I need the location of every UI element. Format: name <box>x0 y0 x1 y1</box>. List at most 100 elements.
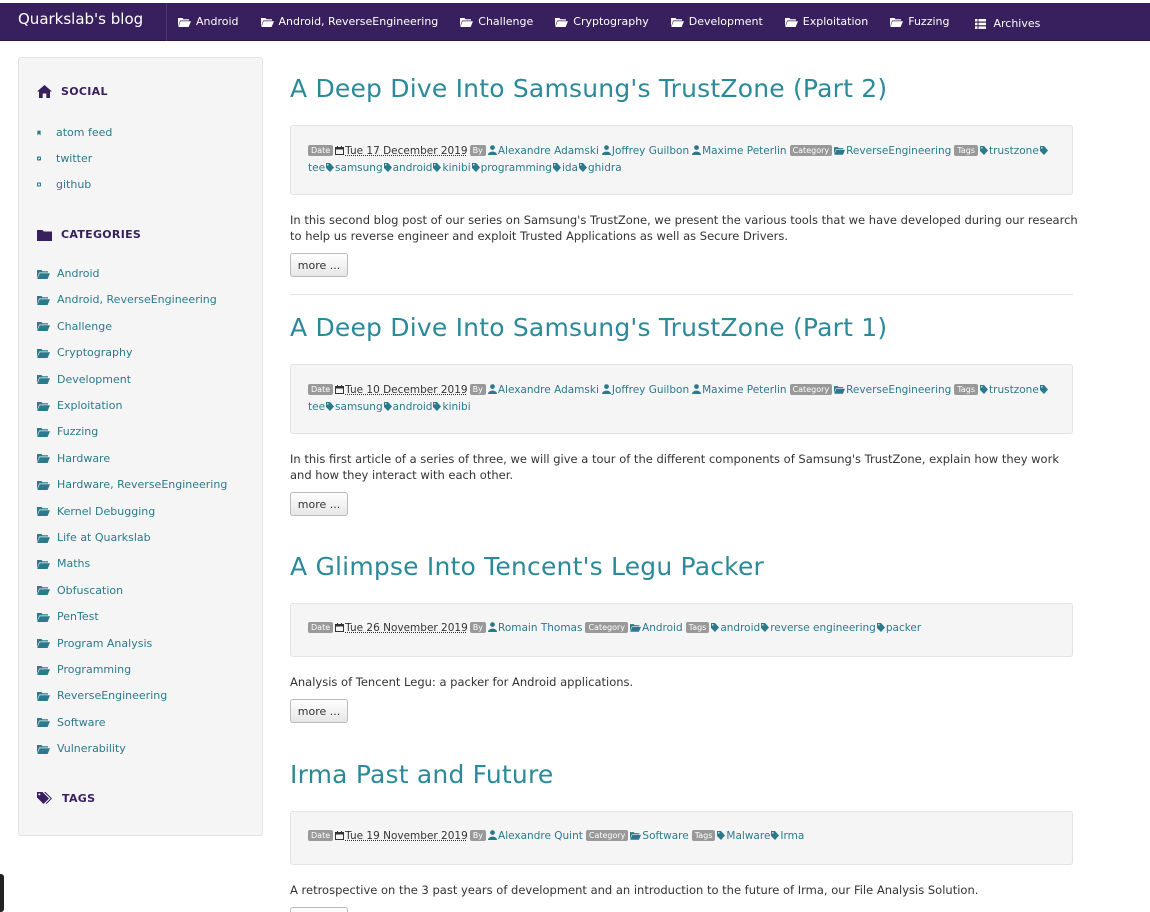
category-link-android-reverseengineering[interactable]: Android, ReverseEngineering <box>37 293 217 306</box>
tag-name: Irma <box>780 830 804 842</box>
by-label: By <box>470 384 486 395</box>
nav-item-android-reverseengineering[interactable]: Android, ReverseEngineering <box>261 3 439 41</box>
page-edge-handle <box>0 874 4 912</box>
tag-link[interactable]: android <box>384 401 433 413</box>
post-title[interactable]: A Glimpse Into Tencent's Legu Packer <box>290 552 764 581</box>
nav-item-label: Challenge <box>478 15 533 28</box>
category-link-obfuscation[interactable]: Obfuscation <box>37 584 123 597</box>
category-link-reverseengineering[interactable]: ReverseEngineering <box>37 689 167 702</box>
author-link[interactable]: Alexandre Adamski <box>488 145 599 157</box>
tag-icon <box>1040 384 1049 396</box>
folder-open-icon <box>834 384 846 396</box>
author-link[interactable]: Alexandre Quint <box>488 830 583 842</box>
author-link[interactable]: Maxime Peterlin <box>692 145 786 157</box>
date-label: Date <box>308 145 333 156</box>
tag-icon <box>553 162 562 174</box>
tags-label: Tags <box>954 384 978 395</box>
author-link[interactable]: Joffrey Guilbon <box>602 145 689 157</box>
category-label: Category <box>586 830 629 841</box>
section-title: SOCIAL <box>61 85 108 98</box>
tag-link[interactable]: android <box>711 622 760 634</box>
home-icon <box>37 85 61 98</box>
folder-open-icon <box>37 269 57 279</box>
nav-item-archives[interactable]: Archives <box>975 3 1040 41</box>
folder-open-icon <box>37 744 57 754</box>
author-link[interactable]: Romain Thomas <box>488 622 582 634</box>
tag-name: ghidra <box>588 162 622 174</box>
categories-heading: CATEGORIES <box>37 228 141 241</box>
social-link-label: atom feed <box>56 126 112 139</box>
category-link-hardware-reverseengineering[interactable]: Hardware, ReverseEngineering <box>37 478 227 491</box>
author-link[interactable]: Alexandre Adamski <box>488 384 599 396</box>
top-navbar: Quarkslab's blog Android Android, Reverse… <box>0 3 1150 41</box>
post-title[interactable]: A Deep Dive Into Samsung's TrustZone (Pa… <box>290 74 887 103</box>
category-link-vulnerability[interactable]: Vulnerability <box>37 742 126 755</box>
tag-link[interactable]: ida <box>553 162 578 174</box>
social-link-github[interactable]: github <box>37 178 91 191</box>
category-link-fuzzing[interactable]: Fuzzing <box>37 425 98 438</box>
category-link[interactable]: Android <box>630 622 683 634</box>
post-summary: A retrospective on the 3 past years of d… <box>290 882 1080 898</box>
category-link[interactable]: Software <box>630 830 688 842</box>
read-more-button[interactable]: more ... <box>290 699 348 723</box>
category-link-challenge[interactable]: Challenge <box>37 320 112 333</box>
nav-item-development[interactable]: Development <box>671 3 763 41</box>
tag-link[interactable]: ghidra <box>579 162 622 174</box>
tag-link[interactable]: Irma <box>771 830 804 842</box>
folder-open-icon <box>890 17 908 27</box>
nav-item-exploitation[interactable]: Exploitation <box>785 3 868 41</box>
author-link[interactable]: Joffrey Guilbon <box>602 384 689 396</box>
category-link-pentest[interactable]: PenTest <box>37 610 99 623</box>
tag-link[interactable]: samsung <box>326 162 383 174</box>
read-more-button[interactable]: more ... <box>290 253 348 277</box>
category-link-programming[interactable]: Programming <box>37 663 131 676</box>
site-brand[interactable]: Quarkslab's blog <box>0 3 167 41</box>
nav-item-label: Cryptography <box>573 15 648 28</box>
tag-link[interactable]: kinibi <box>433 162 470 174</box>
category-name: Android <box>642 622 683 634</box>
folder-open-icon <box>37 717 57 727</box>
tag-link[interactable]: Malware <box>717 830 770 842</box>
category-link[interactable]: ReverseEngineering <box>834 145 951 157</box>
nav-item-android[interactable]: Android <box>178 3 239 41</box>
category-link-cryptography[interactable]: Cryptography <box>37 346 132 359</box>
post-title[interactable]: Irma Past and Future <box>290 760 553 789</box>
post-meta: Date Tue 26 November 2019 By Romain Thomas C… <box>290 603 1073 657</box>
nav-item-label: Archives <box>993 17 1040 30</box>
category-link-kernel-debugging[interactable]: Kernel Debugging <box>37 505 155 518</box>
category-link-exploitation[interactable]: Exploitation <box>37 399 122 412</box>
social-link-twitter[interactable]: twitter <box>37 152 92 165</box>
tag-link[interactable]: packer <box>877 622 921 634</box>
tag-name: android <box>393 162 433 174</box>
read-more-button[interactable]: more ... <box>290 907 348 912</box>
category-link-maths[interactable]: Maths <box>37 557 90 570</box>
tag-name: samsung <box>335 162 383 174</box>
category-link-hardware[interactable]: Hardware <box>37 452 110 465</box>
category-link-android[interactable]: Android <box>37 267 100 280</box>
read-more-button[interactable]: more ... <box>290 492 348 516</box>
tag-link[interactable]: reverse engineering <box>761 622 876 634</box>
nav-item-challenge[interactable]: Challenge <box>460 3 533 41</box>
tag-link[interactable]: android <box>384 162 433 174</box>
category-link-life-at-quarkslab[interactable]: Life at Quarkslab <box>37 531 151 544</box>
folder-open-icon <box>671 17 689 27</box>
author-link[interactable]: Maxime Peterlin <box>692 384 786 396</box>
tag-link[interactable]: kinibi <box>433 401 470 413</box>
social-link-atom-feed[interactable]: atom feed <box>37 126 112 139</box>
tag-link[interactable]: trustzone <box>980 145 1039 157</box>
category-link-development[interactable]: Development <box>37 373 131 386</box>
tag-icon <box>877 622 886 634</box>
nav-item-cryptography[interactable]: Cryptography <box>555 3 648 41</box>
nav-item-fuzzing[interactable]: Fuzzing <box>890 3 949 41</box>
category-link-software[interactable]: Software <box>37 716 106 729</box>
category-link[interactable]: ReverseEngineering <box>834 384 951 396</box>
tag-link[interactable]: programming <box>472 162 552 174</box>
category-link-label: Maths <box>57 557 90 570</box>
tag-link[interactable]: trustzone <box>980 384 1039 396</box>
tag-link[interactable]: samsung <box>326 401 383 413</box>
post-title[interactable]: A Deep Dive Into Samsung's TrustZone (Pa… <box>290 313 887 342</box>
folder-open-icon <box>555 17 573 27</box>
category-link-label: Development <box>57 373 131 386</box>
category-link-program-analysis[interactable]: Program Analysis <box>37 637 152 650</box>
tag-icon <box>384 162 393 174</box>
